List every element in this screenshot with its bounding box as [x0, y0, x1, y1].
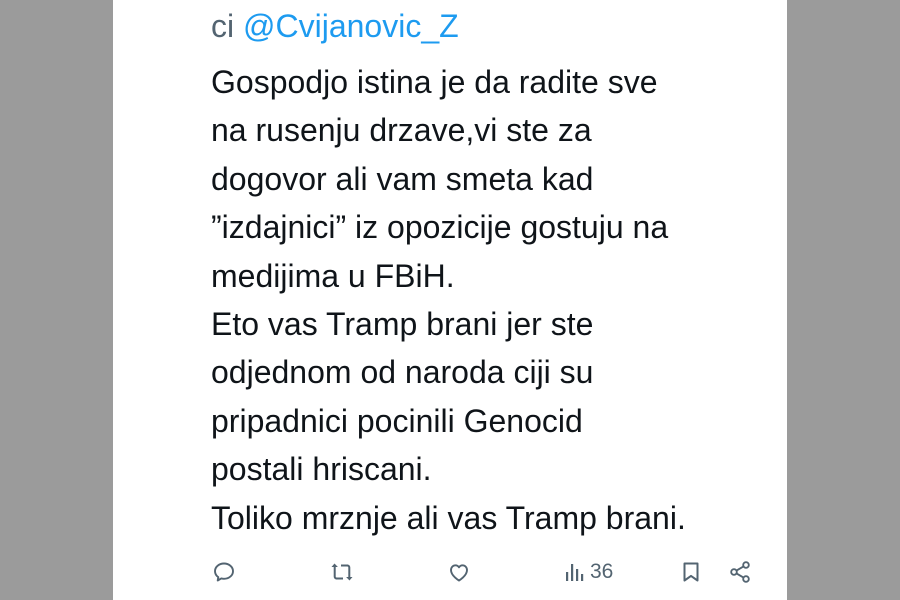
views-count: 36: [590, 560, 614, 583]
mention-link[interactable]: @Cvijanovic_Z: [243, 8, 459, 44]
tweet-text-line: medijima u FBiH.: [211, 257, 455, 294]
tweet-action-bar: 36: [113, 553, 787, 591]
retweet-icon: [331, 563, 353, 581]
tweet-text-line: dogovor ali vam smeta kad: [211, 160, 594, 197]
tweet-text-line: odjednom od naroda ciji su: [211, 354, 594, 391]
reply-context: ci @Cvijanovic_Z: [211, 6, 459, 46]
tweet-text-line: ”izdajnici” iz opozicije gostuju na: [211, 209, 669, 246]
tweet-text-line: Eto vas Tramp brani jer ste: [211, 306, 594, 343]
retweet-button[interactable]: [330, 553, 354, 591]
tweet-card: ci @Cvijanovic_Z Gospodjo istina je da r…: [113, 0, 787, 600]
share-icon: [730, 561, 750, 583]
tweet-text-line: na rusenju drzave,vi ste za: [211, 112, 592, 149]
screenshot-frame: ci @Cvijanovic_Z Gospodjo istina je da r…: [0, 0, 900, 600]
reply-icon: [214, 562, 234, 582]
reply-prefix: ci: [211, 8, 235, 44]
tweet-text-line: Toliko mrznje ali vas Tramp brani.: [211, 499, 686, 536]
tweet-text-line: pripadnici pocinili Genocid: [211, 402, 583, 439]
tweet-text-line: postali hriscani.: [211, 451, 432, 488]
like-icon: [450, 564, 468, 582]
views-icon: [566, 564, 584, 581]
share-button[interactable]: [728, 553, 752, 591]
tweet-text-line: Gospodjo istina je da radite sve: [211, 64, 658, 100]
reply-button[interactable]: [212, 553, 236, 591]
bookmark-icon: [683, 562, 699, 582]
like-button[interactable]: [447, 553, 471, 591]
tweet-text: Gospodjo istina je da radite sve na ruse…: [211, 58, 771, 542]
bookmark-button[interactable]: [679, 553, 703, 591]
views-button[interactable]: 36: [563, 553, 613, 591]
